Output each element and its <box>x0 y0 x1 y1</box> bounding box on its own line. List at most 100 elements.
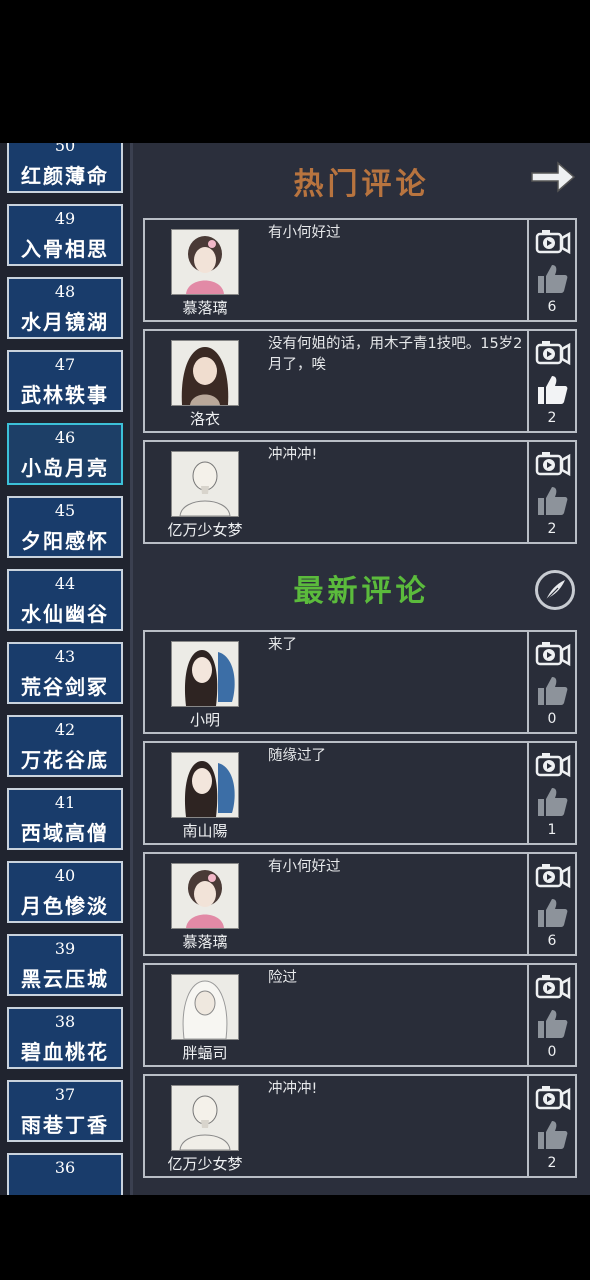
avatar[interactable] <box>171 641 239 707</box>
woman-pink-icon <box>172 230 238 294</box>
comment-actions: 2 <box>527 1076 577 1176</box>
comment-text: 险过 <box>268 970 297 986</box>
comment-text: 有小何好过 <box>268 859 341 875</box>
chapter-title: 武林轶事 <box>21 383 109 407</box>
thumbs-up-icon[interactable] <box>535 896 569 930</box>
comment-actions: 6 <box>527 854 577 954</box>
avatar[interactable] <box>171 451 239 517</box>
chapter-item[interactable]: 43 荒谷剑冢 <box>7 642 123 704</box>
comment-card: 慕落璃 有小何好过 6 <box>143 852 577 956</box>
comments-panel: 热门评论 慕落璃 有小何好过 6 洛衣 没有何姐的话，用木子青1技吧。15岁2月了，唉 2… <box>133 143 590 1195</box>
commenter-name[interactable]: 亿万少女梦 <box>145 1153 265 1174</box>
thumbs-up-icon[interactable] <box>535 1118 569 1152</box>
chapter-item[interactable]: 42 万花谷底 <box>7 715 123 777</box>
like-count: 6 <box>547 933 557 949</box>
chapter-title: 夕阳感怀 <box>21 529 109 553</box>
commenter-name[interactable]: 亿万少女梦 <box>145 519 265 540</box>
old-man-icon <box>172 975 238 1039</box>
avatar[interactable] <box>171 974 239 1040</box>
like-count: 0 <box>547 711 557 727</box>
thumbs-up-icon[interactable] <box>535 1007 569 1041</box>
woman-fan-icon <box>172 642 238 706</box>
chapter-item[interactable]: 38 碧血桃花 <box>7 1007 123 1069</box>
commenter-name[interactable]: 小明 <box>145 709 265 730</box>
back-arrow-icon[interactable] <box>528 157 578 197</box>
chapter-number: 40 <box>54 866 76 885</box>
avatar[interactable] <box>171 340 239 406</box>
chapter-item[interactable]: 48 水月镜湖 <box>7 277 123 339</box>
hot-comments-title: 热门评论 <box>293 167 430 202</box>
avatar[interactable] <box>171 229 239 295</box>
chapter-title: 水月镜湖 <box>21 310 109 334</box>
comment-actions: 2 <box>527 331 577 431</box>
chapter-item[interactable]: 37 雨巷丁香 <box>7 1080 123 1142</box>
commenter-name[interactable]: 胖蝠司 <box>145 1042 265 1063</box>
write-comment-button[interactable] <box>535 570 575 610</box>
chapter-item[interactable]: 44 水仙幽谷 <box>7 569 123 631</box>
chapter-title: 水仙幽谷 <box>21 602 109 626</box>
chapter-item[interactable]: 41 西域高僧 <box>7 788 123 850</box>
thumbs-up-icon[interactable] <box>535 785 569 819</box>
chapter-number: 44 <box>54 574 76 593</box>
chapter-item[interactable]: 49 入骨相思 <box>7 204 123 266</box>
chapter-item[interactable]: 47 武林轶事 <box>7 350 123 412</box>
avatar[interactable] <box>171 863 239 929</box>
comment-card: 亿万少女梦 冲冲冲! 2 <box>143 440 577 544</box>
chapter-number: 37 <box>54 1085 76 1104</box>
comment-actions: 6 <box>527 220 577 320</box>
commenter-name[interactable]: 南山陽 <box>145 820 265 841</box>
comment-card: 小明 来了 0 <box>143 630 577 734</box>
comment-card: 胖蝠司 险过 0 <box>143 963 577 1067</box>
chapter-item[interactable]: 36 <box>7 1153 123 1195</box>
commenter-name[interactable]: 洛衣 <box>145 408 265 429</box>
chapter-item[interactable]: 50 红颜薄命 <box>7 143 123 193</box>
chapter-title: 碧血桃花 <box>21 1040 109 1064</box>
chapter-title: 入骨相思 <box>21 237 109 261</box>
thumbs-up-icon[interactable] <box>535 674 569 708</box>
comment-actions: 2 <box>527 442 577 542</box>
chapter-item[interactable]: 45 夕阳感怀 <box>7 496 123 558</box>
comment-actions: 0 <box>527 965 577 1065</box>
avatar[interactable] <box>171 1085 239 1151</box>
chapter-title: 红颜薄命 <box>21 164 109 188</box>
chapter-number: 50 <box>54 143 76 155</box>
video-camera-icon[interactable] <box>535 973 571 1001</box>
commenter-name[interactable]: 慕落璃 <box>145 297 265 318</box>
chapter-item[interactable]: 39 黑云压城 <box>7 934 123 996</box>
chapter-item[interactable]: 40 月色惨淡 <box>7 861 123 923</box>
thumbs-up-icon[interactable] <box>535 373 569 407</box>
comment-actions: 1 <box>527 743 577 843</box>
video-camera-icon[interactable] <box>535 751 571 779</box>
commenter-name[interactable]: 慕落璃 <box>145 931 265 952</box>
quill-icon <box>545 580 565 601</box>
avatar[interactable] <box>171 752 239 818</box>
chapter-title: 西域高僧 <box>21 821 109 845</box>
video-camera-icon[interactable] <box>535 1084 571 1112</box>
comment-actions: 0 <box>527 632 577 732</box>
comment-card: 南山陽 随缘过了 1 <box>143 741 577 845</box>
chapter-number: 43 <box>54 647 76 666</box>
video-camera-icon[interactable] <box>535 640 571 668</box>
thumbs-up-icon[interactable] <box>535 262 569 296</box>
video-camera-icon[interactable] <box>535 339 571 367</box>
chapter-title: 雨巷丁香 <box>21 1113 109 1137</box>
video-camera-icon[interactable] <box>535 862 571 890</box>
video-camera-icon[interactable] <box>535 228 571 256</box>
like-count: 2 <box>547 410 557 426</box>
comment-text: 冲冲冲! <box>268 447 318 463</box>
chapter-number: 36 <box>54 1158 76 1177</box>
woman-dark-icon <box>172 341 238 405</box>
comment-text: 随缘过了 <box>268 748 326 764</box>
like-count: 0 <box>547 1044 557 1060</box>
comment-text: 冲冲冲! <box>268 1081 318 1097</box>
chapter-item[interactable]: 46 小岛月亮 <box>7 423 123 485</box>
chapter-sidebar[interactable]: 50 红颜薄命 49 入骨相思 48 水月镜湖 47 武林轶事 46 小岛月亮 45 夕阳感怀 44 水仙… <box>0 143 133 1195</box>
comment-card: 洛衣 没有何姐的话，用木子青1技吧。15岁2月了，唉 2 <box>143 329 577 433</box>
chapter-number: 48 <box>54 282 76 301</box>
chapter-title: 月色惨淡 <box>21 894 109 918</box>
like-count: 1 <box>547 822 557 838</box>
chapter-number: 47 <box>54 355 76 374</box>
thumbs-up-icon[interactable] <box>535 484 569 518</box>
video-camera-icon[interactable] <box>535 450 571 478</box>
comments-screen: 50 红颜薄命 49 入骨相思 48 水月镜湖 47 武林轶事 46 小岛月亮 45 夕阳感怀 44 水仙… <box>0 143 590 1195</box>
